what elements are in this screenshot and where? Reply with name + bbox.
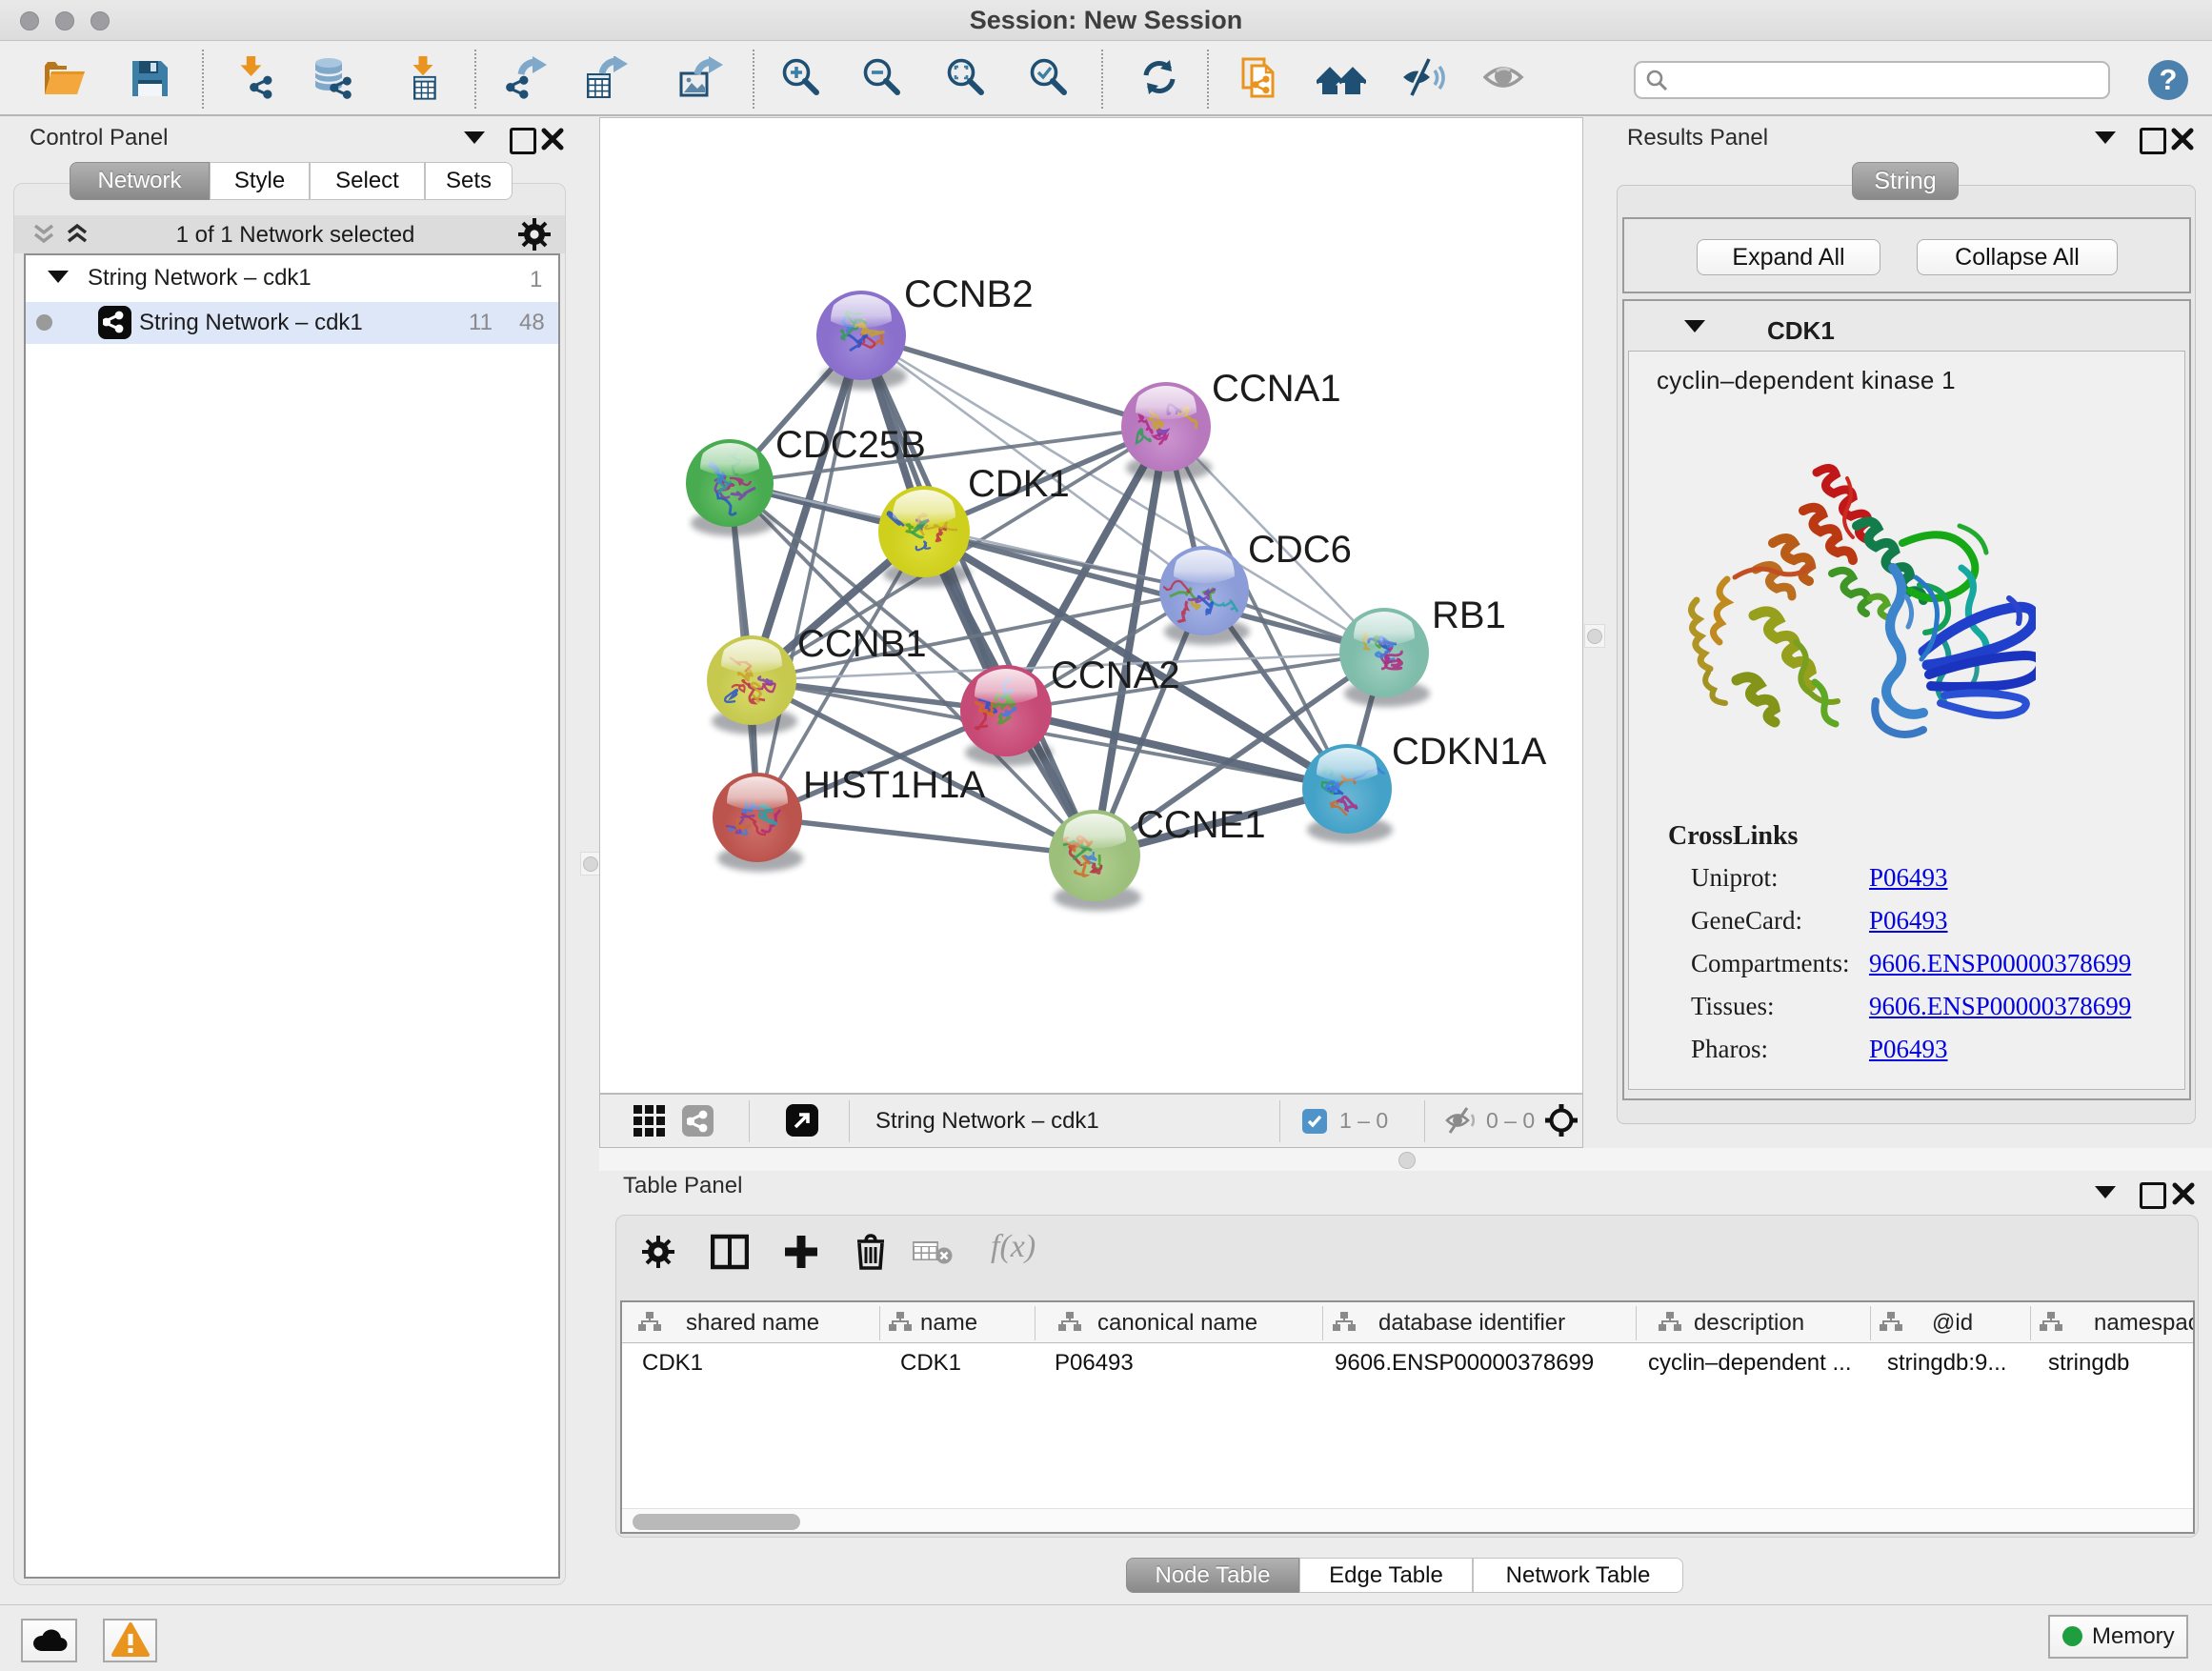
svg-text:CDC25B: CDC25B: [775, 424, 926, 466]
svg-text:CCNE1: CCNE1: [1136, 804, 1266, 846]
svg-text:CDK1: CDK1: [968, 463, 1070, 505]
svg-text:CDKN1A: CDKN1A: [1392, 731, 1547, 773]
svg-text:CCNB1: CCNB1: [797, 623, 927, 665]
svg-text:CDC6: CDC6: [1248, 529, 1352, 571]
svg-text:RB1: RB1: [1432, 594, 1506, 636]
svg-text:CCNB2: CCNB2: [904, 273, 1034, 315]
svg-text:CCNA2: CCNA2: [1051, 654, 1180, 696]
svg-text:CCNA1: CCNA1: [1212, 368, 1341, 410]
svg-text:HIST1H1A: HIST1H1A: [803, 764, 985, 806]
